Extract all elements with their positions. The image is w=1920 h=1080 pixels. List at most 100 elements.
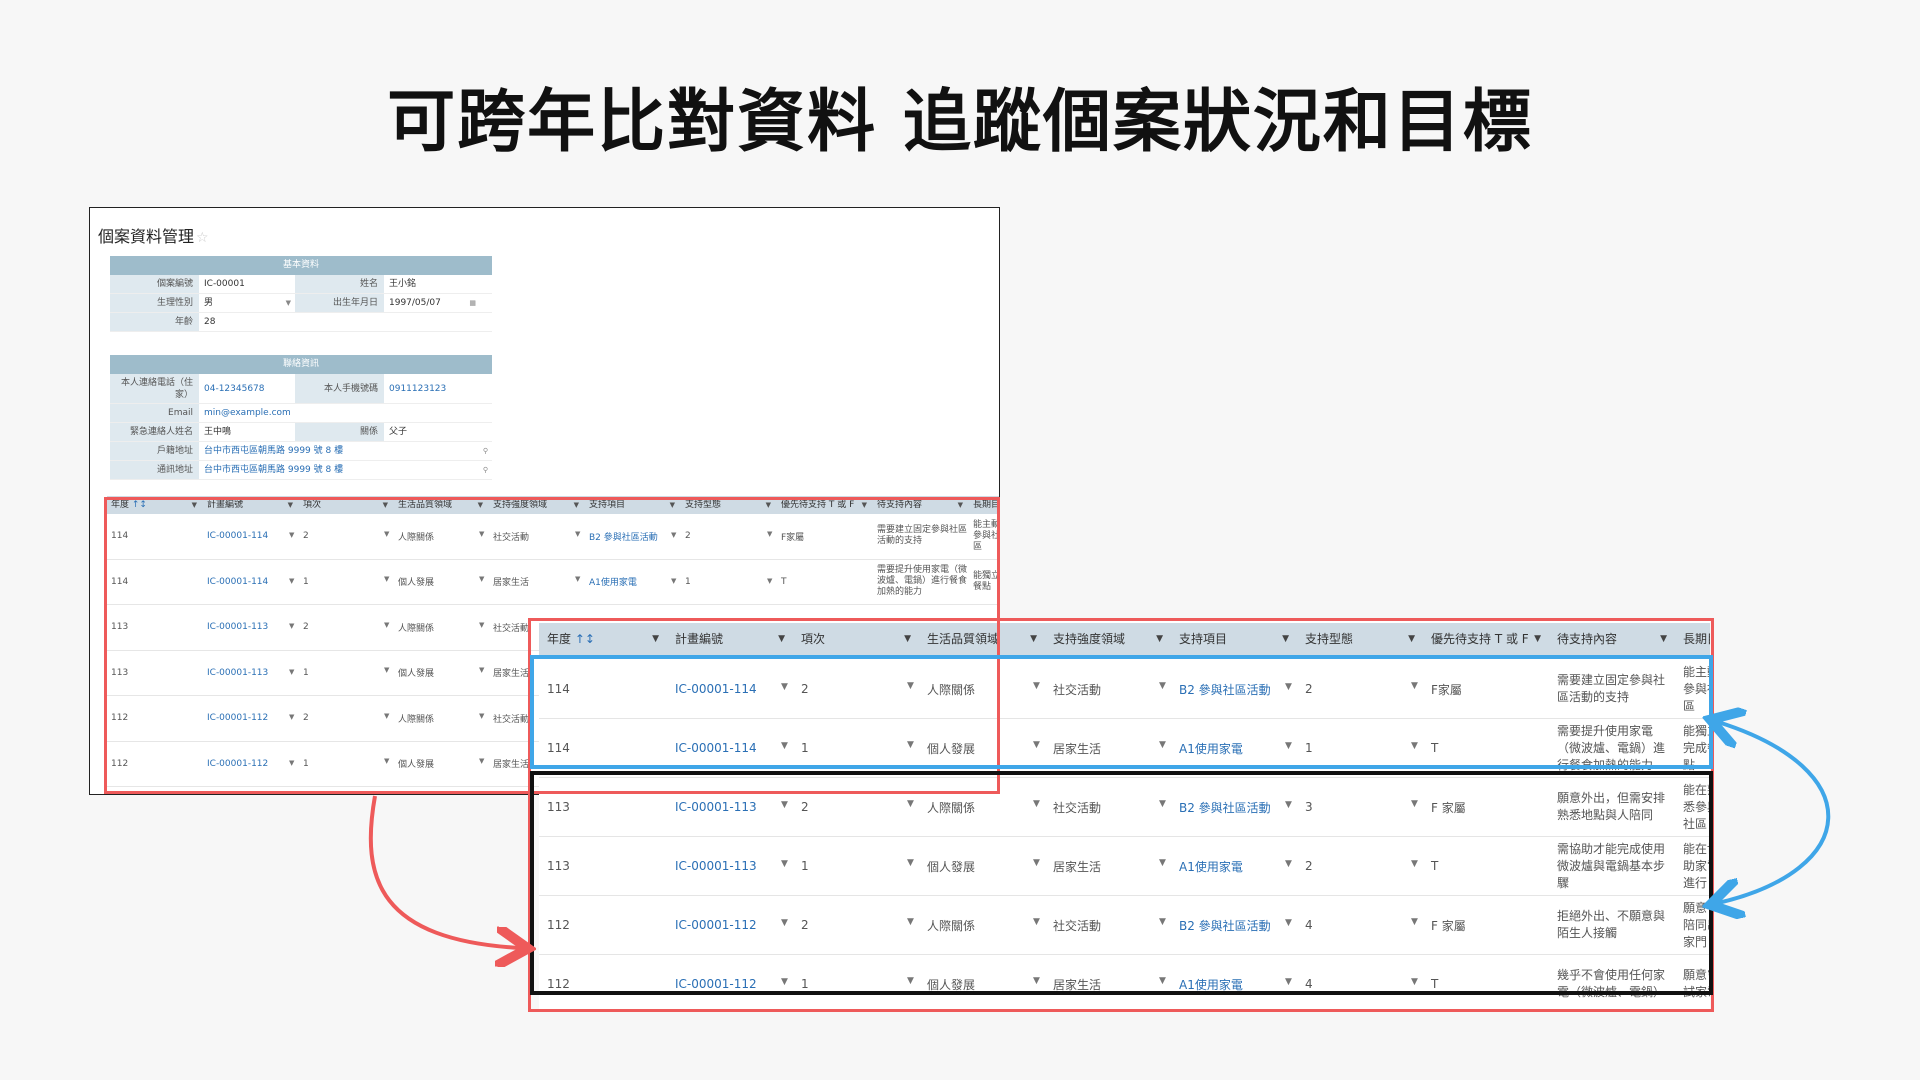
col-header-domain[interactable]: 生活品質領域 ▼ [919,623,1045,655]
col-header-goal[interactable]: 長期目標 [969,496,999,514]
reg-address-field[interactable]: 台中市西屯區朝馬路 9999 號 8 樓 ⚲ [199,442,492,460]
cell-domain[interactable]: ▼ 個人發展 [384,666,489,679]
table-row[interactable]: 114 IC-00001-114 ▼ 1 ▼ 個人發展 ▼ 居家生活 ▼ A1使用家電 ▼ 1 ▼ T 需要… [107,560,999,605]
col-header-content[interactable]: 待支持內容 ▼ [1549,623,1675,655]
cell-domain[interactable]: ▼ 人際關係 [384,712,489,725]
cell-plan[interactable]: IC-00001-114 [203,577,299,587]
cell-priority[interactable]: ▼ T [767,577,873,587]
mobile-field[interactable]: 0911123123 [384,374,480,403]
cell-domain[interactable]: ▼ 人際關係 [907,681,1045,698]
cell-domain[interactable]: ▼ 人際關係 [907,799,1045,816]
col-header-intensity[interactable]: 支持強度領域 ▼ [489,496,585,514]
col-header-item[interactable]: 項次 ▼ [299,496,394,514]
emergency-contact-field[interactable]: 王中鳴 [199,423,295,441]
cell-item[interactable]: ▼ 1 [781,977,919,991]
col-header-intensity[interactable]: 支持強度領域 ▼ [1045,623,1171,655]
cell-item[interactable]: ▼ 1 [781,741,919,755]
case-no-field[interactable]: IC-00001 [199,275,295,293]
table-row[interactable]: 113 IC-00001-113 ▼ 1 ▼ 個人發展 ▼ 居家生活 ▼ A1使用家電 ▼ 2 ▼ T 需協… [539,837,1710,896]
cell-priority[interactable]: ▼ T [1411,977,1549,991]
cell-domain[interactable]: ▼ 人際關係 [384,621,489,634]
cell-intensity[interactable]: ▼ 社交活動 [479,530,585,543]
table-row[interactable]: 112 IC-00001-112 ▼ 2 ▼ 人際關係 ▼ 社交活動 ▼ B2 參與社區活動 ▼ 4 ▼… [539,896,1710,955]
cell-domain[interactable]: ▼ 個人發展 [907,976,1045,993]
col-header-year[interactable]: 年度 ↑↕ ▼ [539,623,667,655]
cell-priority[interactable]: ▼ F家屬 [1411,681,1549,698]
email-field[interactable]: min@example.com [199,404,492,422]
cell-plan[interactable]: IC-00001-112 [203,759,299,769]
col-header-goal[interactable]: 長期目標 [1675,623,1710,655]
cell-item[interactable]: ▼ 2 [781,800,919,814]
cell-item[interactable]: ▼ 2 [289,713,394,723]
col-header-plan[interactable]: 計畫編號 ▼ [667,623,793,655]
cell-item[interactable]: ▼ 1 [289,759,394,769]
col-header-domain[interactable]: 生活品質領域 ▼ [394,496,489,514]
cell-plan[interactable]: IC-00001-113 [203,622,299,632]
mail-address-field[interactable]: 台中市西屯區朝馬路 9999 號 8 樓 ⚲ [199,461,492,479]
map-pin-icon[interactable]: ⚲ [483,442,488,461]
birth-date-field[interactable]: 1997/05/07 ▦ [384,294,480,312]
name-field[interactable]: 王小銘 [384,275,480,293]
cell-item[interactable]: ▼ 1 [781,859,919,873]
cell-priority[interactable]: ▼ T [1411,741,1549,755]
table-row[interactable]: 114 IC-00001-114 ▼ 2 ▼ 人際關係 ▼ 社交活動 ▼ B2 參與社區活動 ▼ 2 ▼… [539,660,1710,719]
cell-type[interactable]: ▼ 2 [671,531,777,541]
cell-item[interactable]: ▼ 2 [781,918,919,932]
cell-support[interactable]: ▼ A1使用家電 [575,575,681,588]
cell-priority[interactable]: ▼ F家屬 [767,530,873,543]
cell-domain[interactable]: ▼ 人際關係 [907,917,1045,934]
cell-plan[interactable]: IC-00001-112 [203,713,299,723]
cell-intensity[interactable]: ▼ 社交活動 [1033,681,1171,698]
cell-item[interactable]: ▼ 2 [289,622,394,632]
cell-support[interactable]: ▼ A1使用家電 [1159,740,1297,757]
cell-plan[interactable]: IC-00001-113 [203,668,299,678]
cell-domain[interactable]: ▼ 個人發展 [384,575,489,588]
cell-item[interactable]: ▼ 2 [781,682,919,696]
cell-plan[interactable]: IC-00001-114 [203,531,299,541]
cell-type[interactable]: ▼ 2 [1285,859,1423,873]
cell-item[interactable]: ▼ 2 [289,531,394,541]
favorite-star-icon[interactable]: ☆ [196,230,209,246]
cell-type[interactable]: ▼ 1 [1285,741,1423,755]
table-row[interactable]: 113 IC-00001-113 ▼ 2 ▼ 人際關係 ▼ 社交活動 ▼ B2 參與社區活動 ▼ 3 ▼… [539,778,1710,837]
cell-support[interactable]: ▼ B2 參與社區活動 [1159,917,1297,934]
cell-domain[interactable]: ▼ 個人發展 [907,858,1045,875]
cell-intensity[interactable]: ▼ 居家生活 [1033,858,1171,875]
cell-plan[interactable]: IC-00001-114 [667,682,793,696]
col-header-type[interactable]: 支持型態 ▼ [681,496,777,514]
cell-plan[interactable]: IC-00001-113 [667,859,793,873]
cell-support[interactable]: ▼ B2 參與社區活動 [1159,681,1297,698]
table-row[interactable]: 114 IC-00001-114 ▼ 1 ▼ 個人發展 ▼ 居家生活 ▼ A1使用家電 ▼ 1 ▼ T 需要… [539,719,1710,778]
cell-plan[interactable]: IC-00001-112 [667,977,793,991]
cell-support[interactable]: ▼ B2 參與社區活動 [575,530,681,543]
col-header-content[interactable]: 待支持內容 ▼ [873,496,969,514]
cell-plan[interactable]: IC-00001-112 [667,918,793,932]
home-phone-field[interactable]: 04-12345678 [199,374,295,403]
cell-priority[interactable]: ▼ F 家屬 [1411,917,1549,934]
cell-priority[interactable]: ▼ F 家屬 [1411,799,1549,816]
age-field[interactable]: 28 [199,313,295,331]
cell-type[interactable]: ▼ 2 [1285,682,1423,696]
cell-intensity[interactable]: ▼ 社交活動 [1033,917,1171,934]
cell-intensity[interactable]: ▼ 居家生活 [479,575,585,588]
col-header-support[interactable]: 支持項目 ▼ [585,496,681,514]
col-header-item[interactable]: 項次 ▼ [793,623,919,655]
cell-intensity[interactable]: ▼ 社交活動 [1033,799,1171,816]
col-header-priority[interactable]: 優先待支持 T 或 F ▼ [1423,623,1549,655]
relation-field[interactable]: 父子 [384,423,480,441]
cell-domain[interactable]: ▼ 人際關係 [384,530,489,543]
table-row[interactable]: 112 IC-00001-112 ▼ 1 ▼ 個人發展 ▼ 居家生活 ▼ A1使用家電 ▼ 4 ▼ T 幾乎… [539,955,1710,1010]
map-pin-icon[interactable]: ⚲ [483,461,488,480]
cell-type[interactable]: ▼ 3 [1285,800,1423,814]
cell-item[interactable]: ▼ 1 [289,668,394,678]
col-header-year[interactable]: 年度 ↑↕ ▼ [107,496,203,514]
sex-select[interactable]: 男 ▼ [199,294,295,312]
cell-plan[interactable]: IC-00001-113 [667,800,793,814]
table-row[interactable]: 114 IC-00001-114 ▼ 2 ▼ 人際關係 ▼ 社交活動 ▼ B2 參與社區活動 ▼ 2 ▼… [107,514,999,560]
col-header-priority[interactable]: 優先待支持 T 或 F ▼ [777,496,873,514]
cell-intensity[interactable]: ▼ 居家生活 [1033,976,1171,993]
cell-priority[interactable]: ▼ T [1411,859,1549,873]
col-header-support[interactable]: 支持項目 ▼ [1171,623,1297,655]
cell-domain[interactable]: ▼ 個人發展 [907,740,1045,757]
cell-intensity[interactable]: ▼ 居家生活 [1033,740,1171,757]
